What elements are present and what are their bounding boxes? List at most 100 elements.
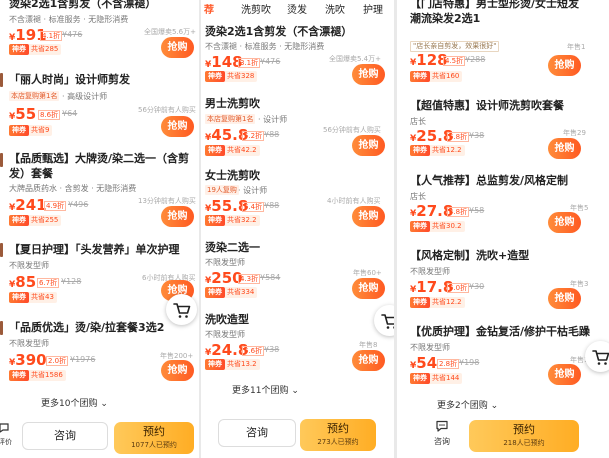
coupon-saving: 神券 共省32.2 (205, 215, 260, 226)
bottom-bar: 咨询 预约 218人已预约 (397, 413, 609, 458)
consult-button[interactable]: 咨询 (22, 422, 108, 450)
deal-title: 【夏日护理】「头发营养」单次护理 (9, 243, 180, 256)
consult-button[interactable]: 咨询 (218, 419, 296, 447)
cart-button[interactable] (166, 294, 197, 325)
buy-button[interactable]: 抢购 (352, 350, 385, 371)
consult-entry[interactable]: 咨询 (431, 418, 453, 447)
buy-button[interactable]: 抢购 (352, 278, 385, 299)
deal-title: 烫染2选1含剪发（不含漂褪） (9, 0, 157, 10)
discount-badge: 2.0折 (46, 356, 69, 366)
tab-care[interactable]: 护理 (363, 1, 383, 16)
rebuy-badge: 本店复购第1名 (9, 91, 60, 101)
original-price: ¥38 (264, 345, 280, 354)
discount-badge: 6.0折 (447, 283, 470, 293)
deal-item[interactable]: 「品质优选」烫/染/拉套餐3选2 不限发型师 ¥390 2.0折 ¥1976 年… (0, 318, 199, 386)
chevron-down-icon: ⌄ (288, 386, 299, 396)
book-button[interactable]: 预约 218人已预约 (469, 420, 579, 452)
coupon-saving: 神券 共省144 (410, 373, 463, 384)
deal-item[interactable]: 男士洗剪吹 本店复购第1名 · 设计师 ¥45.8 5.2折 ¥88 56分钟前… (201, 94, 394, 158)
deal-title: 【优质护理】金钻复活/修护干枯毛躁 (410, 325, 591, 338)
discount-badge: 2.8折 (437, 359, 460, 369)
cart-button[interactable] (374, 305, 394, 336)
original-price: ¥584 (260, 273, 281, 282)
buy-button[interactable]: 抢购 (352, 64, 385, 85)
tab-perm[interactable]: 烫发 (287, 1, 307, 16)
right-panel: 【门店特惠】男士型形烫/女士短发 潮流染发2选1 "店长亲自剪发，效果很好" ¥… (397, 0, 609, 458)
deal-title-line2: 潮流染发2选1 (410, 12, 481, 25)
buy-button[interactable]: 抢购 (161, 360, 194, 381)
chevron-down-icon: ⌄ (487, 401, 499, 411)
deal-item[interactable]: 女士洗剪吹 19人复购 · 设计师 ¥55.8 6.4折 ¥88 4小时前有人购… (201, 166, 394, 230)
deal-item[interactable]: 【人气推荐】总监剪发/风格定制 店长 ¥27.8 4.8折 ¥58 年售5 神券… (397, 170, 609, 234)
deal-subtitle: 不含漂褪 · 标准服务 · 无隐形消费 (9, 15, 129, 24)
original-price: ¥476 (62, 30, 83, 39)
deal-item[interactable]: 烫染2选1含剪发（不含漂褪） 不含漂褪 · 标准服务 · 无隐形消费 ¥191 … (0, 0, 199, 60)
deal-item[interactable]: 烫染2选1含剪发（不含漂褪） 不含漂褪 · 标准服务 · 无隐形消费 ¥148 … (201, 22, 394, 86)
sales-count: 年售8 (359, 341, 378, 349)
more-deals-link[interactable]: 更多2个团购 ⌄ (437, 398, 498, 411)
coupon-saving: 神券 共省1586 (9, 370, 66, 381)
deal-title-line1: 【门店特惠】男士型形烫/女士短发 (410, 0, 580, 10)
discount-badge: 6.4折 (242, 202, 265, 212)
cart-button[interactable] (585, 341, 609, 372)
deal-subtitle: · 设计师 (258, 115, 288, 124)
item-accent (0, 73, 3, 87)
middle-panel: 荐 洗剪吹 烫发 洗吹 护理 烫染2选1含剪发（不含漂褪） 不含漂褪 · 标准服… (201, 0, 394, 458)
original-price: ¥476 (260, 57, 281, 66)
bottom-bar: 评价 咨询 预约 1077人已预约 (0, 413, 199, 458)
book-button[interactable]: 预约 273人已预约 (300, 419, 376, 451)
left-panel: 烫染2选1含剪发（不含漂褪） 不含漂褪 · 标准服务 · 无隐形消费 ¥191 … (0, 0, 199, 458)
sales-count: 全国爆卖5.6万+ (144, 28, 196, 36)
deal-subtitle: 店长 (410, 192, 426, 201)
discount-badge: 4.1折 (40, 31, 63, 41)
buy-button[interactable]: 抢购 (548, 212, 581, 233)
tab-wash-blow[interactable]: 洗吹 (325, 1, 345, 16)
buy-button[interactable]: 抢购 (161, 37, 194, 58)
deal-title: 「丽人时尚」设计师剪发 (9, 73, 130, 86)
deal-subtitle: 不限发型师 (410, 343, 450, 352)
deal-subtitle: 大牌品质药水 · 含剪发 · 无隐形消费 (9, 184, 137, 193)
buy-button[interactable]: 抢购 (548, 364, 581, 385)
sales-count: 全国爆卖5.4万+ (329, 55, 381, 63)
deal-item[interactable]: 【风格定制】洗吹+造型 不限发型师 ¥17.8 6.0折 ¥30 年售3 神券共… (397, 245, 609, 309)
buy-button[interactable]: 抢购 (161, 206, 194, 227)
deal-item[interactable]: 【超值特惠】设计师洗剪吹套餐 店长 ¥25.8 6.8折 ¥38 年售29 神券… (397, 96, 609, 160)
deal-title: 烫染二选一 (205, 241, 260, 254)
deal-item[interactable]: 【门店特惠】男士型形烫/女士短发 潮流染发2选1 "店长亲自剪发，效果很好" ¥… (397, 0, 609, 86)
deal-subtitle: · 高级设计师 (62, 92, 108, 101)
buy-button[interactable]: 抢购 (352, 206, 385, 227)
book-button[interactable]: 预约 1077人已预约 (114, 422, 194, 454)
deal-item[interactable]: 【优质护理】金钻复活/修护干枯毛躁 不限发型师 ¥54 2.8折 ¥198 年售… (397, 322, 609, 388)
coupon-saving: 神券 共省334 (205, 287, 258, 298)
coupon-saving: 神券 共省255 (9, 215, 62, 226)
cart-icon (592, 350, 609, 365)
deal-title: 【人气推荐】总监剪发/风格定制 (410, 174, 569, 187)
buy-button[interactable]: 抢购 (548, 288, 581, 309)
more-deals-link[interactable]: 更多11个团购 ⌄ (232, 383, 299, 396)
discount-badge: 3.1折 (238, 58, 261, 68)
review-entry[interactable]: 评价 (0, 419, 12, 447)
more-deals-link[interactable]: 更多10个团购 ⌄ (41, 396, 108, 409)
deal-item[interactable]: 「丽人时尚」设计师剪发 本店复购第1名 · 高级设计师 ¥55 8.6折 ¥64… (0, 70, 199, 140)
coupon-saving: 神券 共省42.2 (205, 145, 260, 156)
deal-item[interactable]: 【品质甄选】大牌烫/染二选一（含剪 发）套餐 大牌品质药水 · 含剪发 · 无隐… (0, 150, 199, 232)
discount-badge: 5.2折 (242, 131, 265, 141)
deal-price: ¥390 (9, 351, 47, 369)
original-price: ¥88 (264, 130, 280, 139)
discount-badge: 6.7折 (37, 278, 60, 288)
recent-purchase: 56分钟前有人购买 (138, 106, 196, 114)
tab-recommend[interactable]: 荐 (204, 1, 214, 16)
original-price: ¥496 (68, 200, 89, 209)
discount-badge: 4.8折 (447, 207, 470, 217)
deal-subtitle: 不限发型师 (410, 267, 450, 276)
deal-item[interactable]: 洗吹造型 不限发型师 ¥24.8 6.6折 ¥38 年售8 神券 共省13.2 抢… (201, 310, 394, 376)
buy-button[interactable]: 抢购 (548, 55, 581, 76)
deal-title: 男士洗剪吹 (205, 97, 260, 110)
buy-button[interactable]: 抢购 (548, 138, 581, 159)
deal-title-line1: 【品质甄选】大牌烫/染二选一（含剪 (9, 152, 190, 165)
deal-item[interactable]: 烫染二选一 不限发型师 ¥250 4.3折 ¥584 年售60+ 神券 共省334… (201, 238, 394, 302)
deal-subtitle: 不限发型师 (205, 330, 245, 339)
buy-button[interactable]: 抢购 (161, 116, 194, 137)
buy-button[interactable]: 抢购 (352, 135, 385, 156)
tab-wash-cut-blow[interactable]: 洗剪吹 (241, 1, 271, 16)
